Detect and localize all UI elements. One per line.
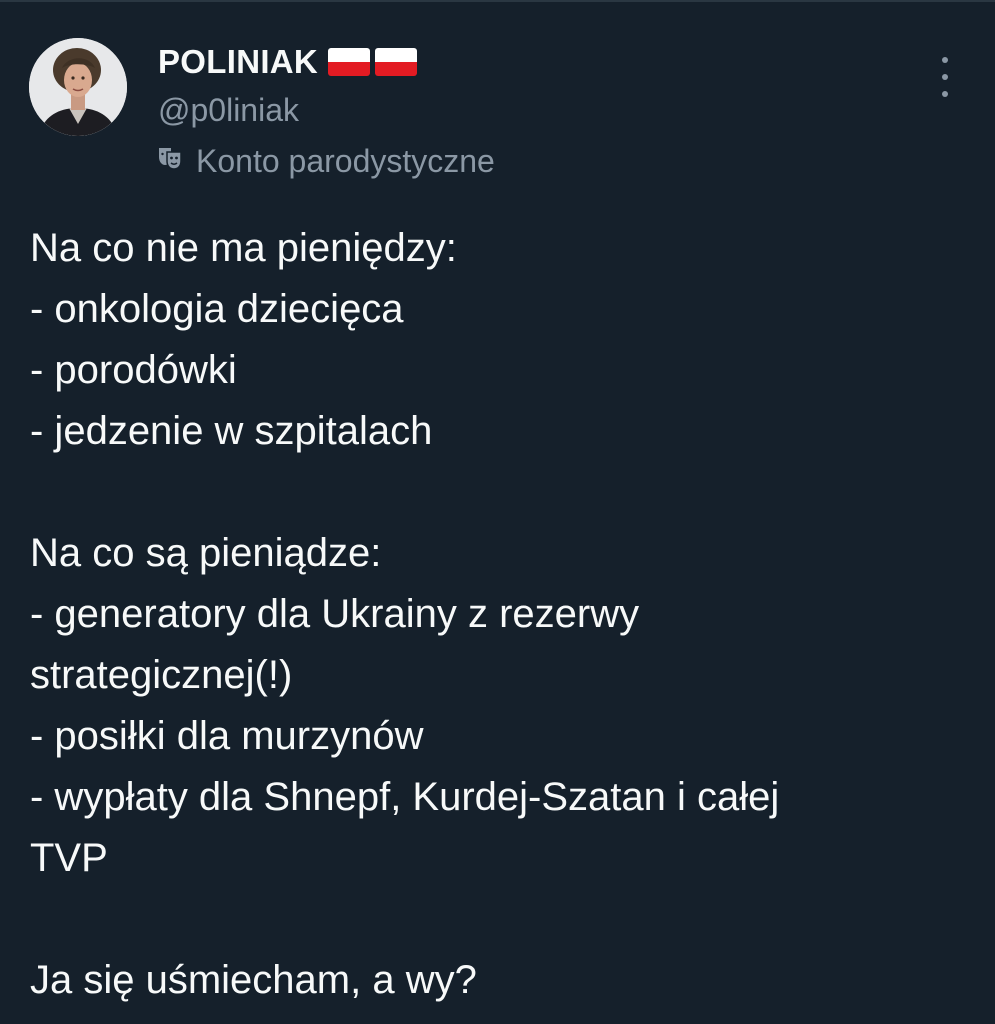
theater-masks-icon: [156, 139, 184, 183]
tweet-line: Ja się uśmiecham, a wy?: [30, 958, 477, 1002]
tweet-line: - porodówki: [30, 348, 237, 392]
tweet-text: Na co nie ma pieniędzy: - onkologia dzie…: [30, 218, 960, 1011]
display-name[interactable]: POLINIAK: [158, 40, 418, 84]
poland-flag-icon: [328, 48, 371, 76]
more-options-icon[interactable]: [933, 57, 957, 97]
tweet: POLINIAK @p0liniak Konto parodystyczne N…: [0, 0, 995, 1024]
tweet-line: - wypłaty dla Shnepf, Kurdej-Szatan i ca…: [30, 775, 780, 819]
flags: [328, 48, 418, 76]
tweet-line: strategicznej(!): [30, 653, 293, 697]
parody-label-text: Konto parodystyczne: [196, 143, 495, 179]
avatar[interactable]: [29, 38, 127, 136]
tweet-line: - jedzenie w szpitalach: [30, 409, 433, 453]
tweet-line: - posiłki dla murzynów: [30, 714, 424, 758]
tweet-line: TVP: [30, 836, 108, 880]
poland-flag-icon: [375, 48, 418, 76]
tweet-line: - generatory dla Ukrainy z rezerwy: [30, 592, 640, 636]
tweet-line: - onkologia dziecięca: [30, 287, 404, 331]
tweet-line: Na co nie ma pieniędzy:: [30, 226, 457, 270]
divider: [0, 0, 995, 2]
user-handle[interactable]: @p0liniak: [158, 88, 299, 132]
tweet-line: Na co są pieniądze:: [30, 531, 382, 575]
display-name-text: POLINIAK: [158, 43, 319, 80]
parody-label: Konto parodystyczne: [156, 139, 495, 183]
